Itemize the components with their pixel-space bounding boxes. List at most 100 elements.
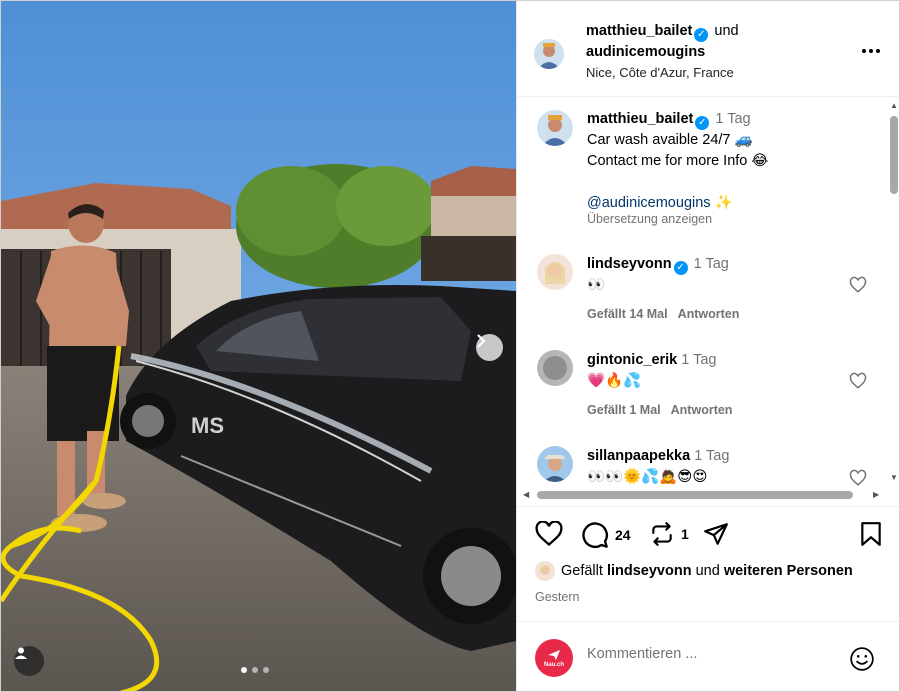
comment-likes[interactable]: Gefällt 1 Mal <box>587 403 661 417</box>
avatar-illustration <box>535 561 555 581</box>
post-date: Gestern <box>535 590 580 604</box>
comment-avatar[interactable] <box>537 350 573 386</box>
repost-icon <box>652 522 672 546</box>
comment: lindseyvonn ✓ 1 Tag 👀 <box>587 254 729 296</box>
like-button[interactable] <box>535 521 563 547</box>
verified-icon: ✓ <box>694 28 709 42</box>
scroll-left-arrow-icon[interactable]: ◀ <box>523 490 529 499</box>
scroll-right-arrow-icon[interactable]: ▶ <box>873 490 879 499</box>
like-comment-heart-icon[interactable] <box>849 469 867 487</box>
likes-rest[interactable]: weiteren Personen <box>724 563 853 579</box>
likes-summary[interactable]: Gefällt lindseyvonn und weiteren Persone… <box>535 561 853 581</box>
carousel-next-button[interactable] <box>476 334 503 361</box>
comment-meta: Gefällt 14 Mal Antworten <box>587 307 749 321</box>
comment-text: 👀 <box>587 277 606 293</box>
likes-mid: und <box>695 563 720 579</box>
caption: matthieu_bailet ✓ 1 Tag Car wash avaible … <box>587 109 768 214</box>
comment-icon <box>582 522 608 548</box>
carousel-dot <box>263 667 269 673</box>
likes-user[interactable]: lindseyvonn <box>607 563 692 579</box>
comment-username[interactable]: lindseyvonn <box>587 256 672 272</box>
post-photo[interactable]: MS <box>1 1 516 691</box>
comment-meta: Gefällt 1 Mal Antworten <box>587 403 742 417</box>
heart-icon <box>535 521 563 547</box>
author-username[interactable]: matthieu_bailet <box>586 23 692 39</box>
tagged-users-button[interactable] <box>14 646 44 676</box>
caption-avatar[interactable] <box>537 110 573 146</box>
post-location[interactable]: Nice, Côte d'Azur, France <box>586 63 739 83</box>
comment-username[interactable]: gintonic_erik <box>587 352 677 368</box>
comment-input[interactable] <box>587 646 827 662</box>
smiley-icon <box>850 647 874 671</box>
save-button[interactable] <box>859 521 883 547</box>
bookmark-icon <box>861 522 881 546</box>
scrollbar-thumb[interactable] <box>537 491 853 499</box>
share-button[interactable] <box>703 521 729 547</box>
carousel-dot <box>241 667 247 673</box>
svg-text:MS: MS <box>191 413 224 438</box>
avatar-illustration <box>534 39 564 69</box>
comment-avatar[interactable] <box>537 254 573 290</box>
caption-time: 1 Tag <box>715 111 751 127</box>
scroll-up-arrow-icon[interactable]: ▲ <box>890 101 898 110</box>
post-header-text: matthieu_bailet ✓ und audinicemougins Nic… <box>586 21 739 83</box>
liker-avatar <box>535 561 555 581</box>
header-joiner: und <box>714 23 739 39</box>
caption-mention[interactable]: @audinicemougins <box>587 195 711 211</box>
scroll-down-arrow-icon[interactable]: ▼ <box>890 473 898 482</box>
author-avatar[interactable] <box>534 39 564 69</box>
nau-logo-icon <box>548 649 560 660</box>
avatar-illustration <box>537 110 573 146</box>
reply-button[interactable]: Antworten <box>678 307 740 321</box>
like-comment-heart-icon[interactable] <box>849 372 867 390</box>
user-icon <box>15 647 27 659</box>
comment-time: 1 Tag <box>681 352 717 368</box>
chevron-right-icon <box>477 334 486 348</box>
comment-count: 24 <box>615 527 631 543</box>
collaborator-username[interactable]: audinicemougins <box>586 42 739 62</box>
likes-prefix: Gefällt <box>561 563 603 579</box>
reply-button[interactable]: Antworten <box>671 403 733 417</box>
post-dialog: MS matthieu_bailet ✓ und audinicemougins… <box>0 0 900 692</box>
send-icon <box>704 523 728 545</box>
comment: sillanpaapekka 1 Tag 👀👀🌞💦🙇😎😍 <box>587 446 729 488</box>
photo-illustration: MS <box>1 1 516 691</box>
comment: gintonic_erik 1 Tag 💗🔥💦 <box>587 350 717 392</box>
scrollbar-thumb[interactable] <box>890 116 898 194</box>
caption-mention-emoji: ✨ <box>714 195 733 211</box>
verified-icon: ✓ <box>673 261 688 275</box>
comments-vertical-scrollbar[interactable]: ▲ ▼ <box>886 101 899 484</box>
comment-avatar[interactable] <box>537 446 573 482</box>
comment-likes[interactable]: Gefällt 14 Mal <box>587 307 668 321</box>
comments-horizontal-scrollbar[interactable]: ◀ ▶ <box>517 487 887 503</box>
comment-text: 💗🔥💦 <box>587 373 642 389</box>
more-icon <box>862 49 880 53</box>
avatar-illustration <box>537 254 573 290</box>
post-header: matthieu_bailet ✓ und audinicemougins Nic… <box>517 1 899 97</box>
avatar-illustration <box>537 446 573 482</box>
translate-link[interactable]: Übersetzung anzeigen <box>587 211 712 227</box>
comment-username[interactable]: sillanpaapekka <box>587 448 690 464</box>
caption-username[interactable]: matthieu_bailet <box>587 111 693 127</box>
comments-list: matthieu_bailet ✓ 1 Tag Car wash avaible … <box>517 98 899 501</box>
carousel-dot <box>252 667 258 673</box>
comment-time: 1 Tag <box>694 448 730 464</box>
verified-icon: ✓ <box>695 116 710 130</box>
post-side-panel: matthieu_bailet ✓ und audinicemougins Nic… <box>516 1 899 691</box>
carousel-indicator <box>241 667 269 673</box>
repost-button[interactable]: 1 <box>649 521 689 547</box>
avatar-illustration <box>537 350 573 386</box>
repost-count: 1 <box>681 526 689 542</box>
add-comment-bar: Nau.ch <box>517 621 899 691</box>
caption-line-1: Car wash avaible 24/7 🚙 <box>587 132 753 148</box>
more-options-button[interactable] <box>861 37 881 60</box>
comment-button[interactable]: 24 <box>581 521 631 549</box>
caption-line-2: Contact me for more Info 😂 <box>587 153 769 169</box>
current-user-avatar[interactable]: Nau.ch <box>535 639 573 677</box>
comment-text: 👀👀🌞💦🙇😎😍 <box>587 469 708 485</box>
post-actions: 24 1 Gefällt lindseyvonn und weiteren Pe… <box>517 506 899 636</box>
comment-time: 1 Tag <box>693 256 729 272</box>
like-comment-heart-icon[interactable] <box>849 276 867 294</box>
emoji-picker-button[interactable] <box>849 646 875 677</box>
avatar-label: Nau.ch <box>543 661 564 668</box>
